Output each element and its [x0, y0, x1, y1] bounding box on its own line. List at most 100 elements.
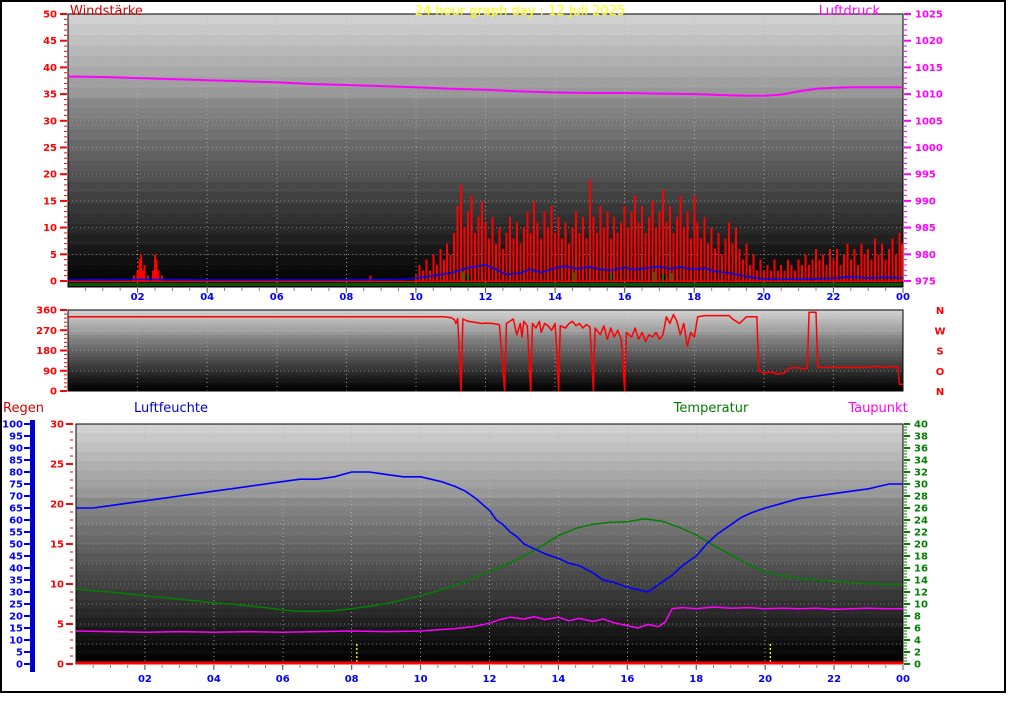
svg-text:08: 08 [339, 292, 353, 303]
svg-text:10: 10 [414, 674, 428, 685]
svg-text:1020: 1020 [915, 36, 943, 47]
svg-text:20: 20 [43, 170, 57, 181]
svg-text:S: S [936, 347, 943, 358]
luftdruck-label: Luftdruck [819, 4, 881, 19]
svg-text:1010: 1010 [915, 90, 943, 101]
svg-text:02: 02 [138, 674, 152, 685]
svg-text:10: 10 [914, 600, 928, 611]
svg-text:10: 10 [9, 636, 23, 647]
humidity-temp-panel [75, 423, 904, 665]
top-x-axis: 02 04 06 08 10 12 14 16 18 20 22 00 [84, 288, 910, 303]
svg-text:5: 5 [50, 250, 57, 261]
luftdruck-axis: 1025 1020 1015 1010 1005 1000 995 990 985 980 975 [904, 10, 943, 288]
svg-text:30: 30 [914, 480, 928, 491]
svg-text:22: 22 [827, 674, 841, 685]
svg-text:5: 5 [16, 648, 23, 659]
svg-text:00: 00 [896, 292, 910, 303]
compass-labels: NWSON [934, 306, 945, 398]
svg-text:80: 80 [9, 468, 23, 479]
svg-text:90: 90 [9, 444, 23, 455]
svg-text:18: 18 [689, 674, 703, 685]
svg-text:22: 22 [826, 292, 840, 303]
svg-text:N: N [936, 306, 944, 317]
svg-text:14: 14 [914, 576, 928, 587]
svg-text:14: 14 [551, 674, 565, 685]
svg-text:4: 4 [914, 636, 921, 647]
regen-label: Regen [3, 401, 44, 416]
svg-text:1025: 1025 [915, 10, 943, 21]
svg-text:40: 40 [914, 420, 928, 431]
svg-text:100: 100 [2, 420, 23, 431]
luftfeuchte-axis: 1009590858075706560555045403530252015105… [2, 420, 35, 672]
chart-frame: 50 45 40 35 30 25 20 15 10 5 0 1025 1020 1015 1010 1005… [0, 0, 1006, 693]
svg-text:08: 08 [345, 674, 359, 685]
svg-text:14: 14 [548, 292, 562, 303]
weather-chart: 5045403530252015105010251020101510101005… [2, 4, 945, 685]
svg-text:30: 30 [9, 588, 23, 599]
svg-text:0: 0 [16, 660, 23, 671]
windstaerke-label: Windstärke [70, 4, 143, 19]
svg-text:0: 0 [57, 660, 64, 671]
luftfeuchte-label: Luftfeuchte [134, 401, 208, 416]
svg-text:12: 12 [483, 674, 497, 685]
svg-text:04: 04 [200, 292, 214, 303]
svg-text:985: 985 [915, 223, 936, 234]
svg-text:55: 55 [9, 528, 23, 539]
svg-text:995: 995 [915, 170, 936, 181]
wind-direction-panel [67, 309, 904, 392]
svg-text:360: 360 [36, 306, 57, 317]
svg-text:30: 30 [43, 116, 57, 127]
svg-text:12: 12 [914, 588, 928, 599]
temperatur-label: Temperatur [673, 401, 749, 416]
direction-axis: 360 270 180 90 0 [36, 306, 67, 398]
svg-text:40: 40 [9, 564, 23, 575]
svg-text:180: 180 [36, 346, 57, 357]
svg-text:38: 38 [914, 432, 928, 443]
bottom-x-axis: 02 04 06 08 10 12 14 16 18 20 22 00 [92, 665, 910, 685]
svg-text:O: O [936, 367, 945, 378]
svg-text:22: 22 [914, 528, 928, 539]
svg-text:16: 16 [914, 564, 928, 575]
svg-text:1005: 1005 [915, 116, 943, 127]
svg-text:50: 50 [9, 540, 23, 551]
svg-text:25: 25 [50, 460, 64, 471]
svg-text:32: 32 [914, 468, 928, 479]
svg-text:0: 0 [50, 387, 57, 398]
svg-text:45: 45 [43, 36, 57, 47]
svg-text:00: 00 [896, 674, 910, 685]
regen-axis: 30 25 20 15 10 5 0 [50, 420, 73, 671]
svg-text:18: 18 [687, 292, 701, 303]
temperatur-axis: 4038363432302826242220181614121086420 [904, 420, 928, 671]
chart-title: 24 hour graph day : 12 Juli 2025 [415, 4, 626, 19]
svg-text:2: 2 [914, 648, 921, 659]
svg-text:10: 10 [43, 223, 57, 234]
svg-text:45: 45 [9, 552, 23, 563]
svg-text:25: 25 [9, 600, 23, 611]
svg-text:28: 28 [914, 492, 928, 503]
svg-text:70: 70 [9, 492, 23, 503]
svg-text:35: 35 [9, 576, 23, 587]
svg-text:95: 95 [9, 432, 23, 443]
svg-text:15: 15 [50, 540, 64, 551]
windstaerke-axis: 50454035302520151050 [43, 10, 67, 288]
svg-text:30: 30 [50, 420, 64, 431]
svg-text:0: 0 [914, 660, 921, 671]
svg-text:20: 20 [758, 674, 772, 685]
svg-text:270: 270 [36, 326, 57, 337]
svg-text:8: 8 [914, 612, 921, 623]
svg-text:60: 60 [9, 516, 23, 527]
svg-text:0: 0 [50, 277, 57, 288]
svg-text:980: 980 [915, 250, 936, 261]
svg-text:35: 35 [43, 90, 57, 101]
svg-text:85: 85 [9, 456, 23, 467]
taupunkt-label: Taupunkt [847, 401, 907, 416]
svg-text:90: 90 [43, 366, 57, 377]
svg-text:06: 06 [276, 674, 290, 685]
svg-text:50: 50 [43, 10, 57, 21]
svg-text:02: 02 [131, 292, 145, 303]
svg-text:N: N [936, 387, 944, 398]
svg-text:1015: 1015 [915, 63, 943, 74]
svg-text:6: 6 [914, 624, 921, 635]
svg-text:975: 975 [915, 277, 936, 288]
svg-text:W: W [934, 326, 945, 337]
